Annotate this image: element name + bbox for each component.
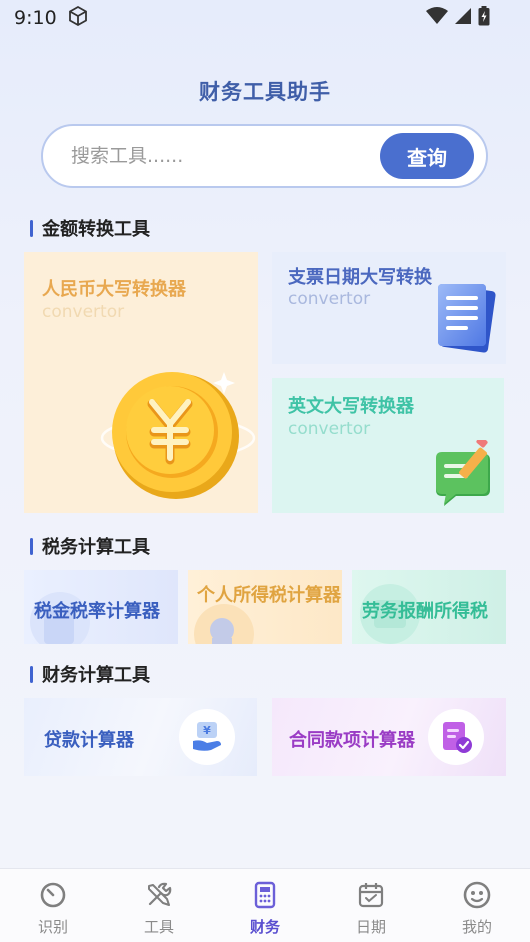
cheque-date-converter-card[interactable]: 支票日期大写转换 convertor <box>272 252 506 364</box>
card-label: 贷款计算器 <box>44 730 134 751</box>
tools-icon <box>145 881 173 913</box>
card-title: 英文大写转换器 <box>288 396 414 417</box>
document-icon <box>432 280 498 360</box>
card-title: 人民币大写转换器 <box>42 279 186 300</box>
calculator-icon <box>251 881 279 913</box>
timer-icon <box>39 881 67 913</box>
nav-item-recognize[interactable]: 识别 <box>0 869 106 942</box>
calendar-icon <box>357 881 385 913</box>
card-title: 支票日期大写转换 <box>288 267 432 288</box>
labor-income-tax-card[interactable]: 劳务报酬所得税 <box>352 570 506 644</box>
card-subtitle: convertor <box>42 302 125 322</box>
nav-item-date[interactable]: 日期 <box>318 869 424 942</box>
contract-payment-calculator-card[interactable]: 合同款项计算器 <box>272 698 506 776</box>
smiley-icon <box>462 881 492 913</box>
battery-icon <box>478 6 490 31</box>
svg-text:¥: ¥ <box>203 724 211 737</box>
search-button[interactable]: 查询 <box>380 133 474 179</box>
gold-coin-icon <box>96 366 258 510</box>
english-converter-card[interactable]: 英文大写转换器 convertor <box>272 378 504 513</box>
nav-label: 识别 <box>37 918 68 936</box>
nav-item-tools[interactable]: 工具 <box>106 869 212 942</box>
loan-calculator-card[interactable]: 贷款计算器 ¥ <box>24 698 257 776</box>
nav-label: 我的 <box>461 918 492 936</box>
wifi-icon <box>426 7 448 30</box>
section-marker <box>30 219 33 237</box>
income-tax-calculator-card[interactable]: 个人所得税计算器 <box>188 570 342 644</box>
contract-document-icon <box>428 709 484 765</box>
card-label: 个人所得税计算器 <box>197 585 341 606</box>
bottom-nav: 识别 工具 财务 日期 我的 <box>0 868 530 942</box>
card-subtitle: convertor <box>288 289 371 309</box>
nav-item-finance[interactable]: 财务 <box>212 869 318 942</box>
section-title-amount: 金额转换工具 <box>30 215 150 241</box>
section-title-finance: 财务计算工具 <box>30 661 150 687</box>
status-bar: 9:10 <box>0 0 530 36</box>
status-time: 9:10 <box>14 7 57 29</box>
nav-label: 工具 <box>143 918 174 936</box>
section-label: 财务计算工具 <box>42 665 150 686</box>
nav-item-mine[interactable]: 我的 <box>424 869 530 942</box>
section-marker <box>30 665 33 683</box>
section-label: 金额转换工具 <box>42 219 150 240</box>
cube-icon <box>67 5 89 32</box>
search-bar: 查询 <box>41 124 488 188</box>
nav-label: 日期 <box>355 918 386 936</box>
page-title: 财务工具助手 <box>199 80 331 104</box>
section-marker <box>30 537 33 555</box>
section-title-tax: 税务计算工具 <box>30 533 150 559</box>
section-label: 税务计算工具 <box>42 537 150 558</box>
rmb-converter-card[interactable]: 人民币大写转换器 convertor <box>24 252 258 513</box>
card-subtitle: convertor <box>288 419 371 439</box>
card-label: 税金税率计算器 <box>34 601 160 622</box>
card-label: 合同款项计算器 <box>289 730 415 751</box>
card-label: 劳务报酬所得税 <box>362 601 488 622</box>
tax-rate-calculator-card[interactable]: 税金税率计算器 <box>24 570 178 644</box>
money-hand-icon: ¥ <box>179 709 235 765</box>
note-pencil-icon <box>430 436 502 513</box>
signal-icon <box>454 7 472 30</box>
search-input[interactable] <box>71 145 361 167</box>
nav-label: 财务 <box>249 918 280 936</box>
